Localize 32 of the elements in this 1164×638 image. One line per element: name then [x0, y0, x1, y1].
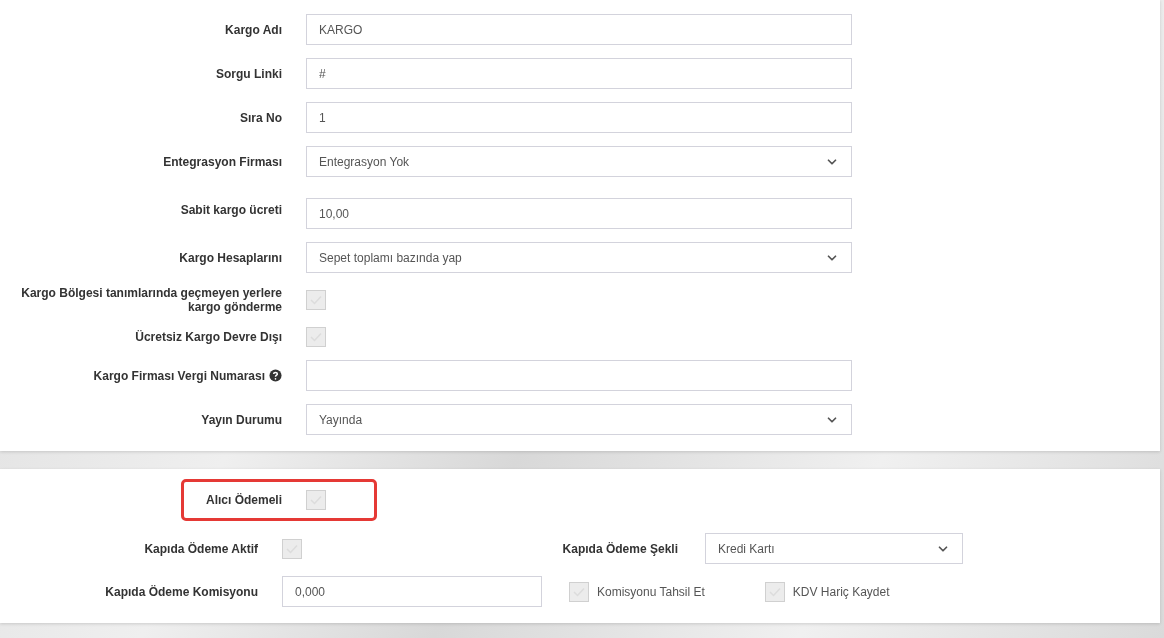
input-field[interactable]	[306, 360, 852, 391]
input-field[interactable]: 1	[306, 102, 852, 133]
field-label: Sorgu Linki	[216, 66, 282, 81]
input-field[interactable]: 10,00	[306, 198, 852, 229]
input-field[interactable]: KARGO	[306, 14, 852, 45]
input-field[interactable]: #	[306, 58, 852, 89]
select-field[interactable]: Yayında	[306, 404, 852, 435]
field-label: Sıra No	[240, 110, 282, 125]
checkbox-label: Komisyonu Tahsil Et	[597, 584, 705, 599]
field-label: Kargo Firması Vergi Numarası	[93, 368, 265, 383]
select-field[interactable]: Entegrasyon Yok	[306, 146, 852, 177]
field-label: Entegrasyon Firması	[163, 154, 282, 169]
field-label: Kargo Hesaplarını	[179, 250, 282, 265]
checkbox[interactable]	[306, 490, 326, 510]
field-label: Kapıda Ödeme Şekli	[562, 541, 678, 556]
input-field[interactable]: 0,000	[282, 576, 542, 607]
field-label: Kapıda Ödeme Aktif	[144, 541, 258, 556]
field-label: Kapıda Ödeme Komisyonu	[105, 584, 258, 599]
checkbox[interactable]	[764, 581, 785, 602]
field-label: Yayın Durumu	[201, 412, 282, 427]
checkbox[interactable]	[569, 581, 589, 602]
field-label: Ücretsiz Kargo Devre Dışı	[135, 330, 282, 344]
select-field[interactable]: Kredi Kartı	[705, 533, 963, 564]
field-label: Kargo Adı	[225, 22, 282, 37]
field-label: Sabit kargo ücreti	[180, 202, 282, 217]
checkbox[interactable]	[282, 538, 302, 559]
field-label: Kargo Bölgesi tanımlarında geçmeyen yerlere kargo gönderme	[20, 286, 282, 314]
checkbox[interactable]	[306, 290, 326, 310]
checkbox-label: KDV Hariç Kaydet	[792, 584, 890, 599]
checkbox[interactable]	[306, 327, 326, 347]
field-label: Alıcı Ödemeli	[205, 493, 282, 507]
select-field[interactable]: Sepet toplamı bazında yap	[306, 242, 852, 273]
